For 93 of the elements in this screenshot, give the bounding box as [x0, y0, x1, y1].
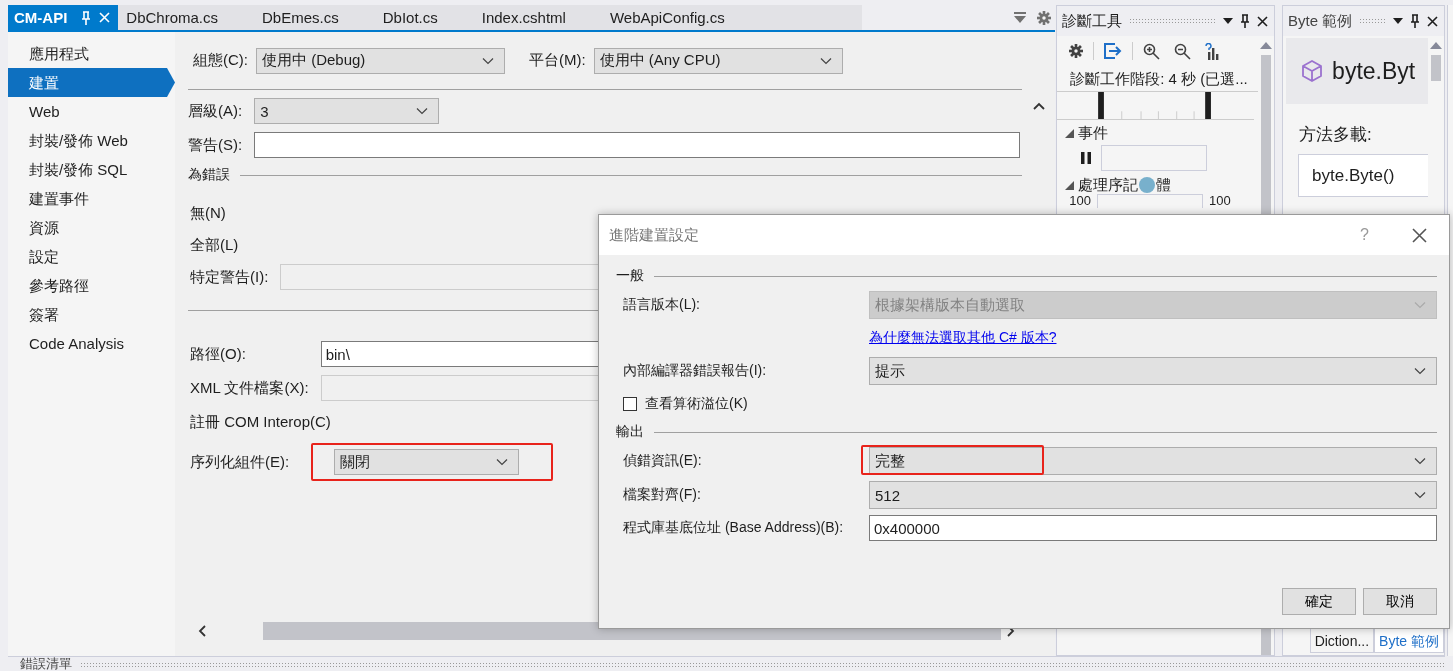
- field-label: 警告(S):: [188, 134, 243, 155]
- field-label: 序列化組件(E):: [190, 451, 291, 472]
- dropdown[interactable]: 512: [869, 481, 1437, 509]
- close-icon[interactable]: [1427, 15, 1438, 27]
- pin-icon[interactable]: [1410, 14, 1420, 28]
- field-label: 層級(A):: [188, 100, 243, 121]
- chevron-down-icon: [482, 56, 494, 65]
- dropdown[interactable]: 提示: [869, 357, 1437, 385]
- overloads-label: 方法多載:: [1298, 124, 1373, 146]
- zoom-out-icon[interactable]: [1174, 42, 1192, 60]
- chevron-up-icon[interactable]: [1032, 102, 1045, 110]
- panel-title: 診斷工具: [1062, 11, 1123, 31]
- checkbox[interactable]: [623, 397, 637, 411]
- input-field[interactable]: [254, 132, 1021, 158]
- document-tab[interactable]: Index.cshtml: [473, 5, 602, 30]
- chevron-down-icon: [1414, 491, 1426, 499]
- settings-icon[interactable]: [1037, 10, 1052, 25]
- section-title: 處理序記: [1078, 175, 1139, 195]
- field-label: 特定警告(I):: [190, 266, 269, 287]
- nav-item[interactable]: 資源: [8, 213, 167, 242]
- pause-icon[interactable]: [1081, 152, 1092, 164]
- help-link[interactable]: 為什麼無法選取其他 C# 版本?: [869, 325, 1437, 351]
- scrollbar-thumb[interactable]: [1431, 55, 1441, 81]
- scroll-up-icon[interactable]: [1430, 42, 1442, 49]
- zoom-in-icon[interactable]: [1143, 42, 1161, 60]
- nav-item[interactable]: 封裝/發佈 SQL: [8, 155, 167, 184]
- nav-item[interactable]: 參考路徑: [8, 271, 167, 300]
- axis-label: 100: [1069, 194, 1091, 208]
- document-tab[interactable]: DbChroma.cs: [118, 5, 255, 30]
- section-title: 事件: [1078, 123, 1109, 143]
- field-label: 偵錯資訊(E):: [623, 451, 703, 470]
- section-title: 輸出: [616, 423, 644, 441]
- field-label: 平台(M):: [529, 51, 586, 70]
- cursor-dot-icon: [1139, 177, 1156, 193]
- chevron-down-icon: [819, 56, 832, 65]
- nav-item[interactable]: 設定: [8, 242, 167, 271]
- pin-icon[interactable]: [1240, 14, 1251, 28]
- chevron-left-icon[interactable]: [198, 625, 206, 637]
- field-label: 語言版本(L):: [623, 295, 701, 314]
- field-label: 內部編譯器錯誤報告(I):: [623, 361, 768, 380]
- overload-item[interactable]: byte.Byte(): [1298, 154, 1428, 197]
- document-tab[interactable]: DbIot.cs: [374, 5, 474, 30]
- field-label: 程式庫基底位址 (Base Address)(B):: [623, 518, 845, 537]
- nav-item[interactable]: Code Analysis: [8, 329, 167, 358]
- nav-item[interactable]: 應用程式: [8, 39, 167, 68]
- section-title: 體: [1156, 175, 1172, 195]
- nav-item[interactable]: 簽署: [8, 300, 167, 329]
- dialog-button[interactable]: 確定: [1282, 588, 1356, 615]
- panel-title: Byte 範例: [1288, 11, 1353, 31]
- nav-item[interactable]: 封裝/發佈 Web: [8, 126, 167, 155]
- dialog-button[interactable]: 取消: [1363, 588, 1437, 615]
- input-field[interactable]: 0x400000: [869, 515, 1437, 541]
- dropdown[interactable]: 關閉: [333, 449, 519, 475]
- dropdown[interactable]: 使用中 (Any CPU): [593, 47, 843, 74]
- dropdown[interactable]: 使用中 (Debug): [256, 47, 505, 74]
- nav-item[interactable]: 建置事件: [8, 184, 167, 213]
- field-label: XML 文件檔案(X):: [190, 377, 309, 398]
- expand-icon[interactable]: [1065, 180, 1075, 190]
- section-title: 一般: [616, 267, 644, 285]
- option-label: 註冊 COM Interop(C): [190, 411, 331, 432]
- export-icon[interactable]: [1104, 43, 1123, 59]
- overflow-menu-icon[interactable]: [1014, 12, 1027, 23]
- close-icon[interactable]: [1412, 227, 1427, 243]
- checkbox-label: 查看算術溢位(K): [645, 395, 748, 413]
- option-label: 全部(L): [190, 234, 239, 255]
- chevron-down-icon: [1414, 457, 1426, 465]
- close-icon[interactable]: [1257, 15, 1269, 27]
- expand-icon[interactable]: [1065, 128, 1075, 138]
- document-tab[interactable]: DbEmes.cs: [254, 5, 375, 30]
- dropdown[interactable]: 完整: [869, 447, 1437, 475]
- section-title: 為錯誤: [188, 166, 230, 184]
- cube-icon: [1301, 59, 1324, 83]
- panel-tab[interactable]: Byte 範例: [1374, 629, 1444, 653]
- document-tab[interactable]: WebApiConfig.cs: [601, 5, 761, 30]
- nav-item[interactable]: 建置: [8, 68, 175, 97]
- field-label: 組態(C):: [193, 51, 248, 70]
- field-label: 檔案對齊(F):: [623, 485, 702, 504]
- settings-icon[interactable]: [1069, 44, 1084, 58]
- dropdown-icon[interactable]: [1223, 18, 1234, 24]
- dropdown[interactable]: 3: [254, 98, 440, 124]
- nav-item[interactable]: Web: [8, 97, 167, 126]
- dialog-title: 進階建置設定: [609, 225, 700, 245]
- chevron-down-icon: [416, 107, 429, 115]
- chevron-down-icon: [1414, 367, 1426, 375]
- scroll-up-icon[interactable]: [1260, 42, 1273, 49]
- axis-label: 100: [1208, 194, 1231, 208]
- option-label: 無(N): [190, 202, 226, 223]
- chevron-down-icon: [495, 458, 508, 466]
- heading-text: byte.Byt: [1332, 57, 1416, 85]
- dropdown-icon[interactable]: [1393, 18, 1403, 24]
- panel-title: 錯誤清單: [20, 657, 72, 671]
- chevron-down-icon: [1414, 301, 1426, 309]
- field-label: 路徑(O):: [190, 343, 247, 364]
